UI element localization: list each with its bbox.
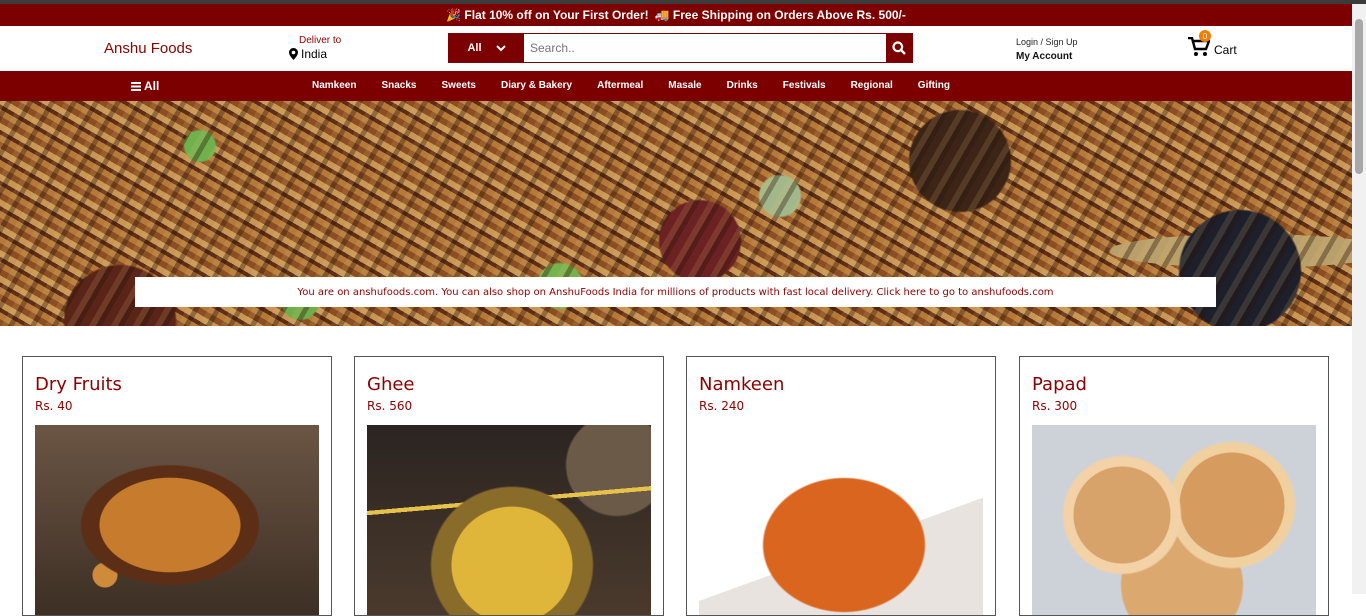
product-card[interactable]: Ghee Rs. 560 — [354, 356, 664, 616]
product-card[interactable]: Papad Rs. 300 — [1019, 356, 1329, 616]
product-name[interactable]: Namkeen — [699, 374, 784, 395]
hamburger-icon — [131, 81, 141, 91]
product-card[interactable]: Dry Fruits Rs. 40 — [22, 356, 332, 616]
product-image[interactable] — [1032, 425, 1316, 615]
deliver-to[interactable]: Deliver to India — [289, 35, 341, 61]
search-category-value: All — [467, 42, 482, 54]
promo-bar: 🎉 Flat 10% off on Your First Order! 🚚 Fr… — [0, 4, 1352, 26]
site-notice-link[interactable]: You are on anshufoods.com. You can also … — [135, 277, 1216, 307]
product-image[interactable] — [699, 425, 983, 615]
product-price: Rs. 40 — [35, 399, 73, 413]
product-name[interactable]: Ghee — [367, 374, 415, 395]
nav-item-masale[interactable]: Masale — [668, 80, 701, 91]
my-account-link[interactable]: My Account — [1016, 51, 1078, 62]
nav-item-regional[interactable]: Regional — [851, 80, 893, 91]
brand-logo[interactable]: Anshu Foods — [104, 40, 192, 57]
nav-item-namkeen[interactable]: Namkeen — [312, 80, 356, 91]
nav-item-diary-bakery[interactable]: Diary & Bakery — [501, 80, 572, 91]
account-menu[interactable]: Login / Sign Up My Account — [1016, 37, 1078, 62]
nav-all-label: All — [144, 79, 160, 93]
promo-first-order: 🎉 Flat 10% off on Your First Order! — [446, 8, 649, 22]
nav-item-gifting[interactable]: Gifting — [918, 80, 950, 91]
product-image[interactable] — [35, 425, 319, 615]
deliver-location: India — [289, 47, 341, 61]
nav-all-menu[interactable]: All — [131, 79, 159, 93]
nav-item-snacks[interactable]: Snacks — [381, 80, 416, 91]
search-icon — [892, 41, 906, 55]
product-name[interactable]: Dry Fruits — [35, 374, 122, 395]
login-signup-link[interactable]: Login / Sign Up — [1016, 37, 1078, 47]
search-input[interactable] — [524, 34, 886, 62]
hero-banner: You are on anshufoods.com. You can also … — [0, 101, 1352, 326]
product-price: Rs. 300 — [1032, 399, 1078, 413]
location-pin-icon — [289, 48, 298, 60]
search-category-select[interactable]: All — [449, 34, 524, 62]
nav-item-aftermeal[interactable]: Aftermeal — [597, 80, 643, 91]
cart-label: Cart — [1214, 43, 1237, 57]
cart-button[interactable]: 0 Cart — [1188, 30, 1237, 57]
product-price: Rs. 560 — [367, 399, 413, 413]
category-nav: All Namkeen Snacks Sweets Diary & Bakery… — [0, 71, 1352, 101]
scrollbar-thumb[interactable] — [1355, 19, 1363, 174]
chevron-down-icon — [495, 44, 506, 51]
promo-free-shipping: 🚚 Free Shipping on Orders Above Rs. 500/… — [654, 8, 906, 22]
product-image[interactable] — [367, 425, 651, 615]
nav-item-sweets[interactable]: Sweets — [442, 80, 476, 91]
nav-item-festivals[interactable]: Festivals — [783, 80, 826, 91]
search-button[interactable] — [886, 34, 912, 62]
site-header: Anshu Foods Deliver to India All Login /… — [0, 26, 1352, 71]
nav-items: Namkeen Snacks Sweets Diary & Bakery Aft… — [312, 80, 950, 91]
nav-item-drinks[interactable]: Drinks — [727, 80, 758, 91]
cart-count-badge: 0 — [1199, 30, 1211, 42]
product-name[interactable]: Papad — [1032, 374, 1087, 395]
deliver-label: Deliver to — [299, 35, 342, 46]
search-bar: All — [448, 33, 913, 63]
product-price: Rs. 240 — [699, 399, 745, 413]
page-scrollbar[interactable] — [1352, 4, 1366, 594]
deliver-value: India — [301, 47, 328, 61]
product-card[interactable]: Namkeen Rs. 240 — [686, 356, 996, 616]
